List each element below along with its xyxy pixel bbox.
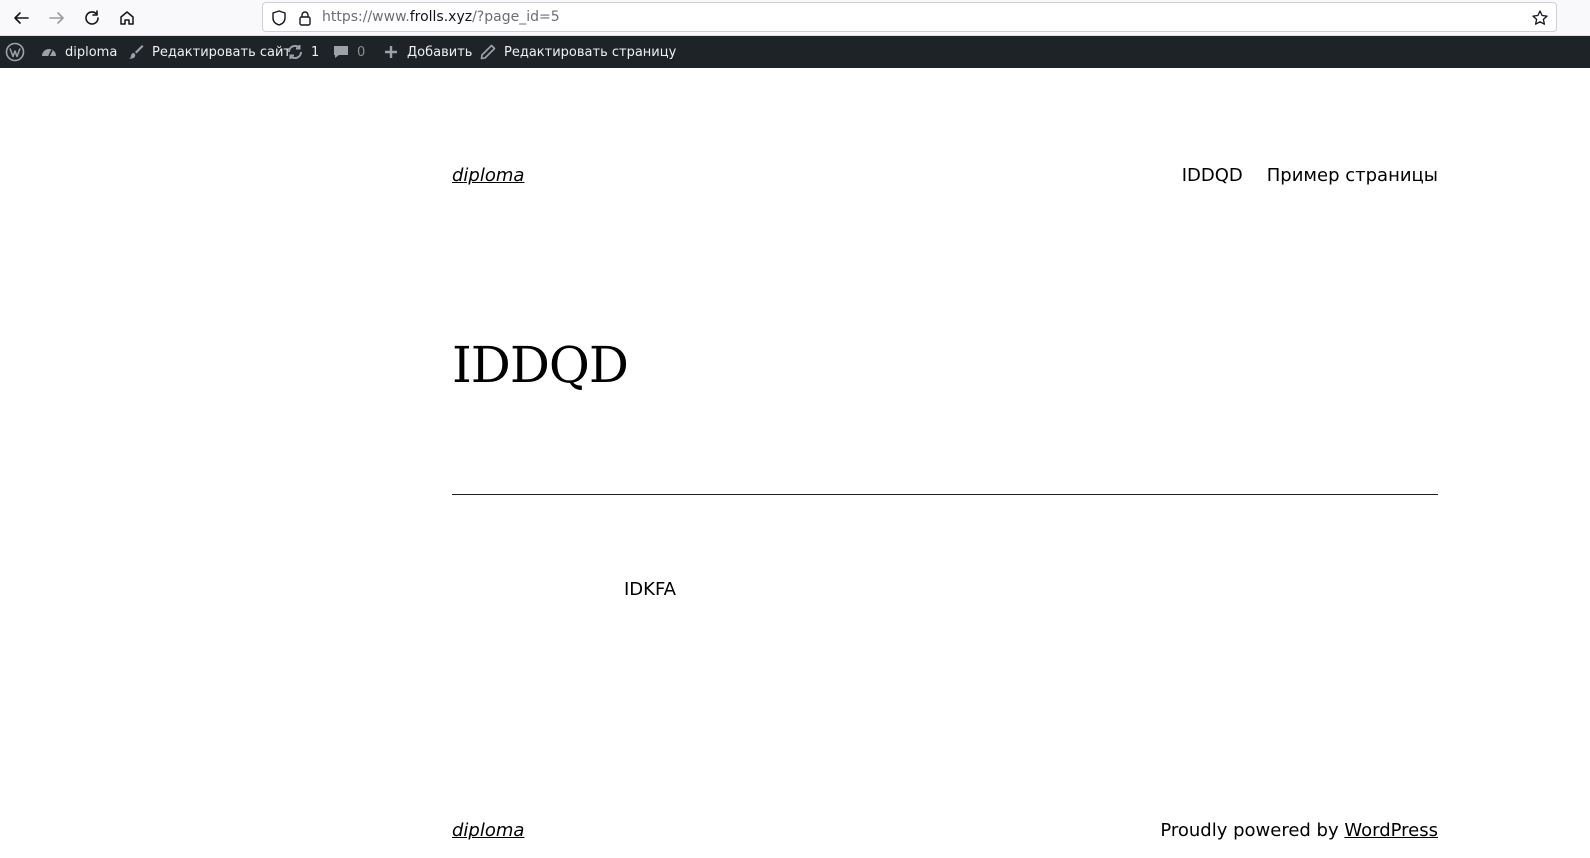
- credit-prefix: Proudly powered by: [1160, 820, 1345, 841]
- back-icon: [14, 12, 29, 24]
- url-prefix: https://www.: [322, 9, 410, 25]
- updates-link[interactable]: 1: [286, 36, 319, 68]
- forward-button[interactable]: [43, 4, 71, 32]
- brush-icon: [129, 45, 144, 59]
- url-host: frolls.xyz: [409, 9, 473, 25]
- page-content: IDKFA: [624, 579, 676, 600]
- wordpress-link[interactable]: WordPress: [1344, 820, 1438, 841]
- customize-label: Редактировать сайт: [152, 44, 292, 60]
- footer-credit: Proudly powered by WordPress: [1160, 820, 1438, 841]
- wp-admin-bar: diploma Редактировать сайт 1 0 Добавить …: [0, 36, 1590, 68]
- star-icon[interactable]: [1531, 9, 1549, 27]
- url-text[interactable]: https://www.frolls.xyz/?page_id=5: [322, 9, 560, 25]
- customize-link[interactable]: Редактировать сайт: [127, 36, 291, 68]
- address-bar[interactable]: https://www.frolls.xyz/?page_id=5: [262, 2, 1557, 32]
- dashboard-icon: [42, 49, 56, 57]
- wp-logo-menu[interactable]: [5, 36, 25, 68]
- comments-count: 0: [357, 44, 366, 60]
- home-button[interactable]: [113, 4, 141, 32]
- nav-item-iddqd[interactable]: IDDQD: [1182, 165, 1243, 186]
- browser-toolbar: https://www.frolls.xyz/?page_id=5: [0, 0, 1590, 36]
- new-content-menu[interactable]: Добавить: [382, 36, 472, 68]
- home-icon: [120, 11, 134, 25]
- back-button[interactable]: [7, 4, 35, 32]
- forward-icon: [49, 12, 64, 24]
- url-path: /?page_id=5: [472, 9, 560, 25]
- site-name-label: diploma: [65, 44, 118, 60]
- edit-page-label: Редактировать страницу: [504, 44, 677, 60]
- shield-icon[interactable]: [270, 9, 288, 27]
- lock-icon[interactable]: [296, 9, 314, 27]
- page-title: IDDQD: [452, 336, 629, 394]
- wordpress-logo-icon: [5, 42, 25, 62]
- comments-link[interactable]: 0: [332, 36, 365, 68]
- updates-count: 1: [311, 44, 320, 60]
- comment-icon: [334, 46, 348, 58]
- plus-icon: [385, 46, 397, 58]
- site-title-link[interactable]: diploma: [452, 165, 524, 186]
- nav-item-sample-page[interactable]: Пример страницы: [1267, 165, 1438, 186]
- new-content-label: Добавить: [407, 44, 473, 60]
- footer-site-title-link[interactable]: diploma: [452, 820, 524, 841]
- updates-icon: [287, 44, 303, 60]
- edit-page-link[interactable]: Редактировать страницу: [479, 36, 676, 68]
- site-name-menu[interactable]: diploma: [40, 36, 117, 68]
- title-separator: [452, 494, 1438, 495]
- reload-icon: [85, 10, 99, 25]
- pencil-icon: [480, 44, 496, 60]
- primary-navigation: IDDQD Пример страницы: [1182, 165, 1438, 186]
- reload-button[interactable]: [78, 4, 106, 32]
